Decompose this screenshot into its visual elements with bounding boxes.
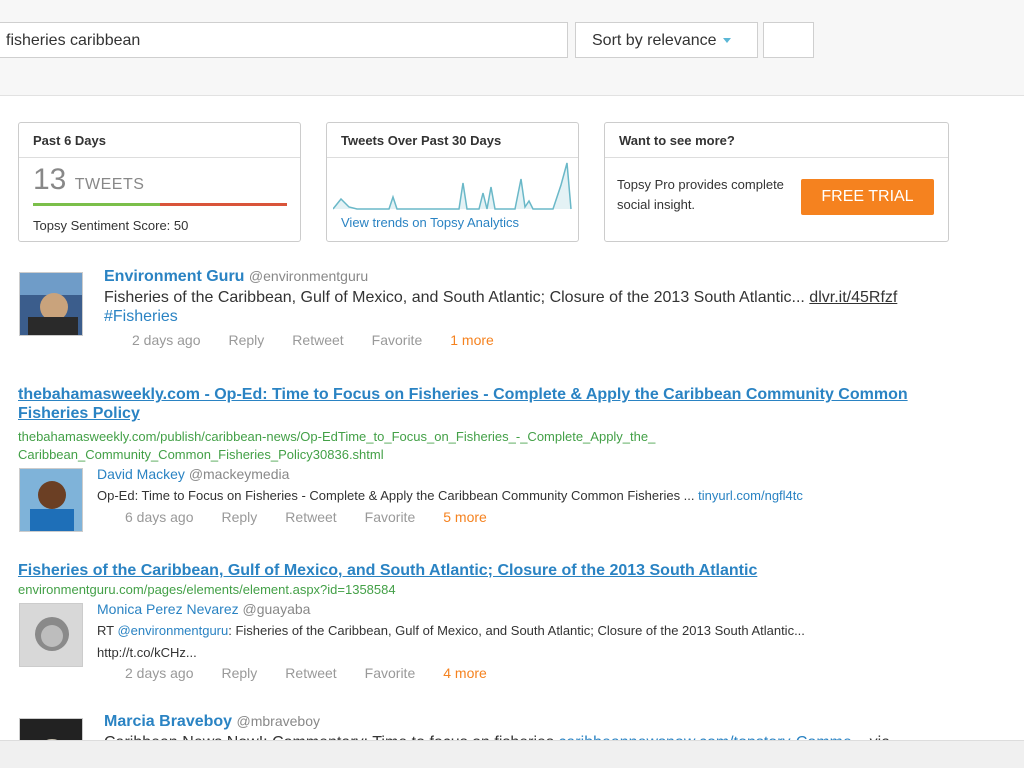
- free-trial-button[interactable]: FREE TRIAL: [801, 179, 934, 215]
- retweet-button[interactable]: Retweet: [285, 665, 336, 681]
- retweet-button[interactable]: Retweet: [292, 332, 343, 348]
- more-link[interactable]: 1 more: [450, 332, 494, 348]
- mention-link[interactable]: @environmentguru: [117, 623, 228, 638]
- tweet-actions: 6 days ago Reply Retweet Favorite 5 more: [125, 509, 515, 525]
- tweet-body: Fisheries of the Caribbean, Gulf of Mexi…: [104, 289, 805, 306]
- trend-title: Tweets Over Past 30 Days: [327, 123, 578, 158]
- retweet-button[interactable]: Retweet: [285, 509, 336, 525]
- trend-card: Tweets Over Past 30 Days View trends on …: [326, 122, 579, 242]
- tweet-author[interactable]: Monica Perez Nevarez @guayaba: [97, 601, 310, 617]
- sentiment-bar: [33, 203, 287, 206]
- tweet-body: Op-Ed: Time to Focus on Fisheries - Comp…: [97, 488, 695, 503]
- timestamp[interactable]: 6 days ago: [125, 509, 194, 525]
- tweet-body: : Fisheries of the Caribbean, Gulf of Me…: [228, 623, 805, 638]
- favorite-button[interactable]: Favorite: [372, 332, 423, 348]
- tweet-count: 13 TWEETS: [33, 163, 144, 197]
- tweet-count-number: 13: [33, 163, 67, 196]
- tweet-link[interactable]: dlvr.it/45Rfzf: [809, 289, 897, 306]
- author-handle[interactable]: @mbraveboy: [237, 713, 320, 729]
- reply-button[interactable]: Reply: [222, 509, 258, 525]
- author-handle[interactable]: @mackeymedia: [189, 466, 290, 482]
- tweet-link[interactable]: tinyurl.com/ngfl4tc: [698, 488, 803, 503]
- reply-button[interactable]: Reply: [222, 665, 258, 681]
- author-name[interactable]: Environment Guru: [104, 268, 244, 285]
- tweet-text-cont: http://t.co/kCHz...: [97, 645, 197, 660]
- favorite-button[interactable]: Favorite: [365, 665, 416, 681]
- avatar-image: [20, 604, 82, 666]
- past-days-title: Past 6 Days: [19, 123, 300, 158]
- author-name[interactable]: David Mackey: [97, 466, 185, 482]
- tweet-actions: 2 days ago Reply Retweet Favorite 4 more: [125, 665, 515, 681]
- sentiment-score: Topsy Sentiment Score: 50: [33, 218, 189, 233]
- reply-button[interactable]: Reply: [229, 332, 265, 348]
- author-name[interactable]: Monica Perez Nevarez: [97, 601, 239, 617]
- timestamp[interactable]: 2 days ago: [132, 332, 201, 348]
- avatar-image: [20, 273, 82, 335]
- avatar[interactable]: [19, 603, 83, 667]
- tweet-author[interactable]: Environment Guru @environmentguru: [104, 268, 368, 286]
- past-days-card: Past 6 Days 13 TWEETS Topsy Sentiment Sc…: [18, 122, 301, 242]
- avatar[interactable]: [19, 272, 83, 336]
- pro-text: Topsy Pro provides complete social insig…: [617, 177, 784, 212]
- timestamp[interactable]: 2 days ago: [125, 665, 194, 681]
- trend-sparkline: [333, 162, 572, 210]
- result-url[interactable]: environmentguru.com/pages/elements/eleme…: [18, 581, 658, 599]
- result-title[interactable]: Fisheries of the Caribbean, Gulf of Mexi…: [18, 561, 978, 580]
- hashtag-link[interactable]: #Fisheries: [104, 308, 178, 325]
- tweet-count-label: TWEETS: [74, 176, 145, 193]
- tweet-text: Fisheries of the Caribbean, Gulf of Mexi…: [104, 288, 984, 326]
- result-title[interactable]: thebahamasweekly.com - Op-Ed: Time to Fo…: [18, 385, 958, 423]
- tweet-author[interactable]: David Mackey @mackeymedia: [97, 466, 289, 482]
- tweet-author[interactable]: Marcia Braveboy @mbraveboy: [104, 713, 320, 731]
- result-url[interactable]: thebahamasweekly.com/publish/caribbean-n…: [18, 428, 658, 464]
- header: fisheries caribbean Sort by relevance: [0, 0, 1024, 96]
- search-input[interactable]: fisheries caribbean: [0, 22, 568, 58]
- author-name[interactable]: Marcia Braveboy: [104, 713, 232, 730]
- pro-card: Want to see more? Topsy Pro provides com…: [604, 122, 949, 242]
- footer-bar: [0, 740, 1024, 768]
- author-handle[interactable]: @environmentguru: [249, 268, 368, 284]
- topsy-analytics-link[interactable]: View trends on Topsy Analytics: [341, 215, 519, 230]
- sparkline-area: [333, 162, 572, 210]
- page: fisheries caribbean Sort by relevance Pa…: [0, 0, 1024, 768]
- rt-prefix: RT: [97, 623, 118, 638]
- chevron-down-icon: [722, 38, 731, 44]
- author-handle[interactable]: @guayaba: [243, 601, 311, 617]
- more-link[interactable]: 5 more: [443, 509, 487, 525]
- sort-dropdown[interactable]: Sort by relevance: [575, 22, 758, 58]
- pro-title: Want to see more?: [605, 123, 948, 158]
- avatar[interactable]: [19, 468, 83, 532]
- tweet-text: RT @environmentguru: Fisheries of the Ca…: [97, 622, 997, 640]
- sentiment-fill: [33, 203, 160, 206]
- favorite-button[interactable]: Favorite: [365, 509, 416, 525]
- avatar-image: [20, 469, 82, 531]
- tweet-actions: 2 days ago Reply Retweet Favorite 1 more: [132, 332, 522, 348]
- more-link[interactable]: 4 more: [443, 665, 487, 681]
- tweet-text: Op-Ed: Time to Focus on Fisheries - Comp…: [97, 487, 977, 505]
- extra-button[interactable]: [763, 22, 814, 58]
- sort-label: Sort by relevance: [592, 32, 717, 49]
